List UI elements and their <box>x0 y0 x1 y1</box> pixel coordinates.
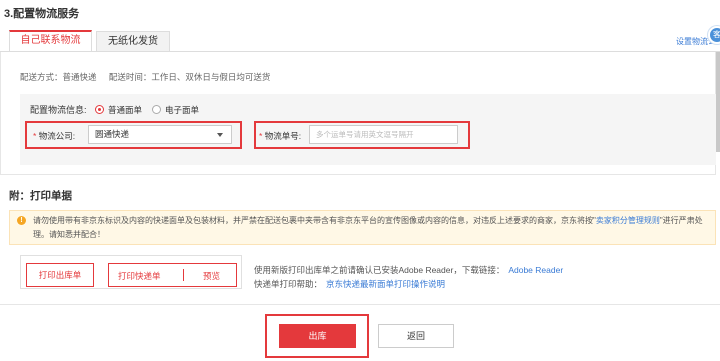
section-title: 3.配置物流服务 <box>4 8 80 20</box>
tab-self-logistics[interactable]: 自己联系物流 <box>9 30 92 51</box>
adobe-tip: 使用新版打印出库单之前请确认已安装Adobe Reader，下载链接： Adobe… <box>254 264 563 276</box>
delivery-info: 配送方式：普通快递 配送时间：工作日、双休日与假日均可送货 <box>20 71 280 83</box>
adobe-reader-link[interactable]: Adobe Reader <box>508 265 563 275</box>
logistics-company-select[interactable]: 圆通快递 <box>88 125 232 144</box>
print-section-title: 附：打印单据 <box>9 190 72 202</box>
print-express-slip-button[interactable]: 打印快递单 <box>118 270 161 282</box>
delivery-time: 配送时间：工作日、双休日与假日均可送货 <box>108 72 271 82</box>
radio-electronic-waybill[interactable] <box>152 105 161 114</box>
warning-icon: ! <box>17 216 26 225</box>
tracking-label: * 物流单号: <box>259 130 301 142</box>
required-mark: * <box>33 131 37 141</box>
express-help-text: 快递单打印帮助： <box>254 279 323 289</box>
chevron-down-icon <box>217 133 223 137</box>
customer-service-icon[interactable]: 客 <box>708 26 720 44</box>
tracking-label-text: 物流单号: <box>264 131 302 141</box>
logistics-company-value: 圆通快递 <box>95 129 130 139</box>
points-rules-link[interactable]: 卖家积分管理规则 <box>596 216 660 225</box>
tab-paperless-delivery[interactable]: 无纸化发货 <box>96 31 170 51</box>
notice-text: 请勿使用带有非京东标识及内容的快递面单及包装材料，并严禁在配送包裹中夹带含有非京… <box>33 214 703 242</box>
required-mark: * <box>259 131 263 141</box>
radio-electronic-waybill-label: 电子面单 <box>165 105 200 115</box>
company-label: * 物流公司: <box>33 130 75 142</box>
company-label-text: 物流公司: <box>38 131 76 141</box>
radio-normal-waybill[interactable] <box>95 105 104 114</box>
print-stock-slip-button[interactable]: 打印出库单 <box>26 263 94 287</box>
back-button[interactable]: 返回 <box>378 324 454 348</box>
radio-normal-waybill-label: 普通面单 <box>108 105 143 115</box>
adobe-tip-text: 使用新版打印出库单之前请确认已安装Adobe Reader，下载链接： <box>254 265 505 275</box>
button-separator <box>183 269 184 281</box>
ship-out-button[interactable]: 出库 <box>279 324 356 348</box>
express-help-link[interactable]: 京东快递最新面单打印操作说明 <box>326 279 445 289</box>
delivery-method: 配送方式：普通快递 <box>20 72 97 82</box>
footer-divider <box>0 304 720 305</box>
notice-text-part1: 请勿使用带有非京东标识及内容的快递面单及包装材料，并严禁在配送包裹中夹带含有非京… <box>33 216 596 225</box>
express-help-tip: 快递单打印帮助： 京东快递最新面单打印操作说明 <box>254 278 445 290</box>
scrollbar[interactable] <box>716 52 720 152</box>
preview-button[interactable]: 预览 <box>203 270 220 282</box>
config-label: 配置物流信息: <box>30 105 87 115</box>
tracking-number-input[interactable]: 多个运单号请用英文逗号隔开 <box>309 125 458 144</box>
